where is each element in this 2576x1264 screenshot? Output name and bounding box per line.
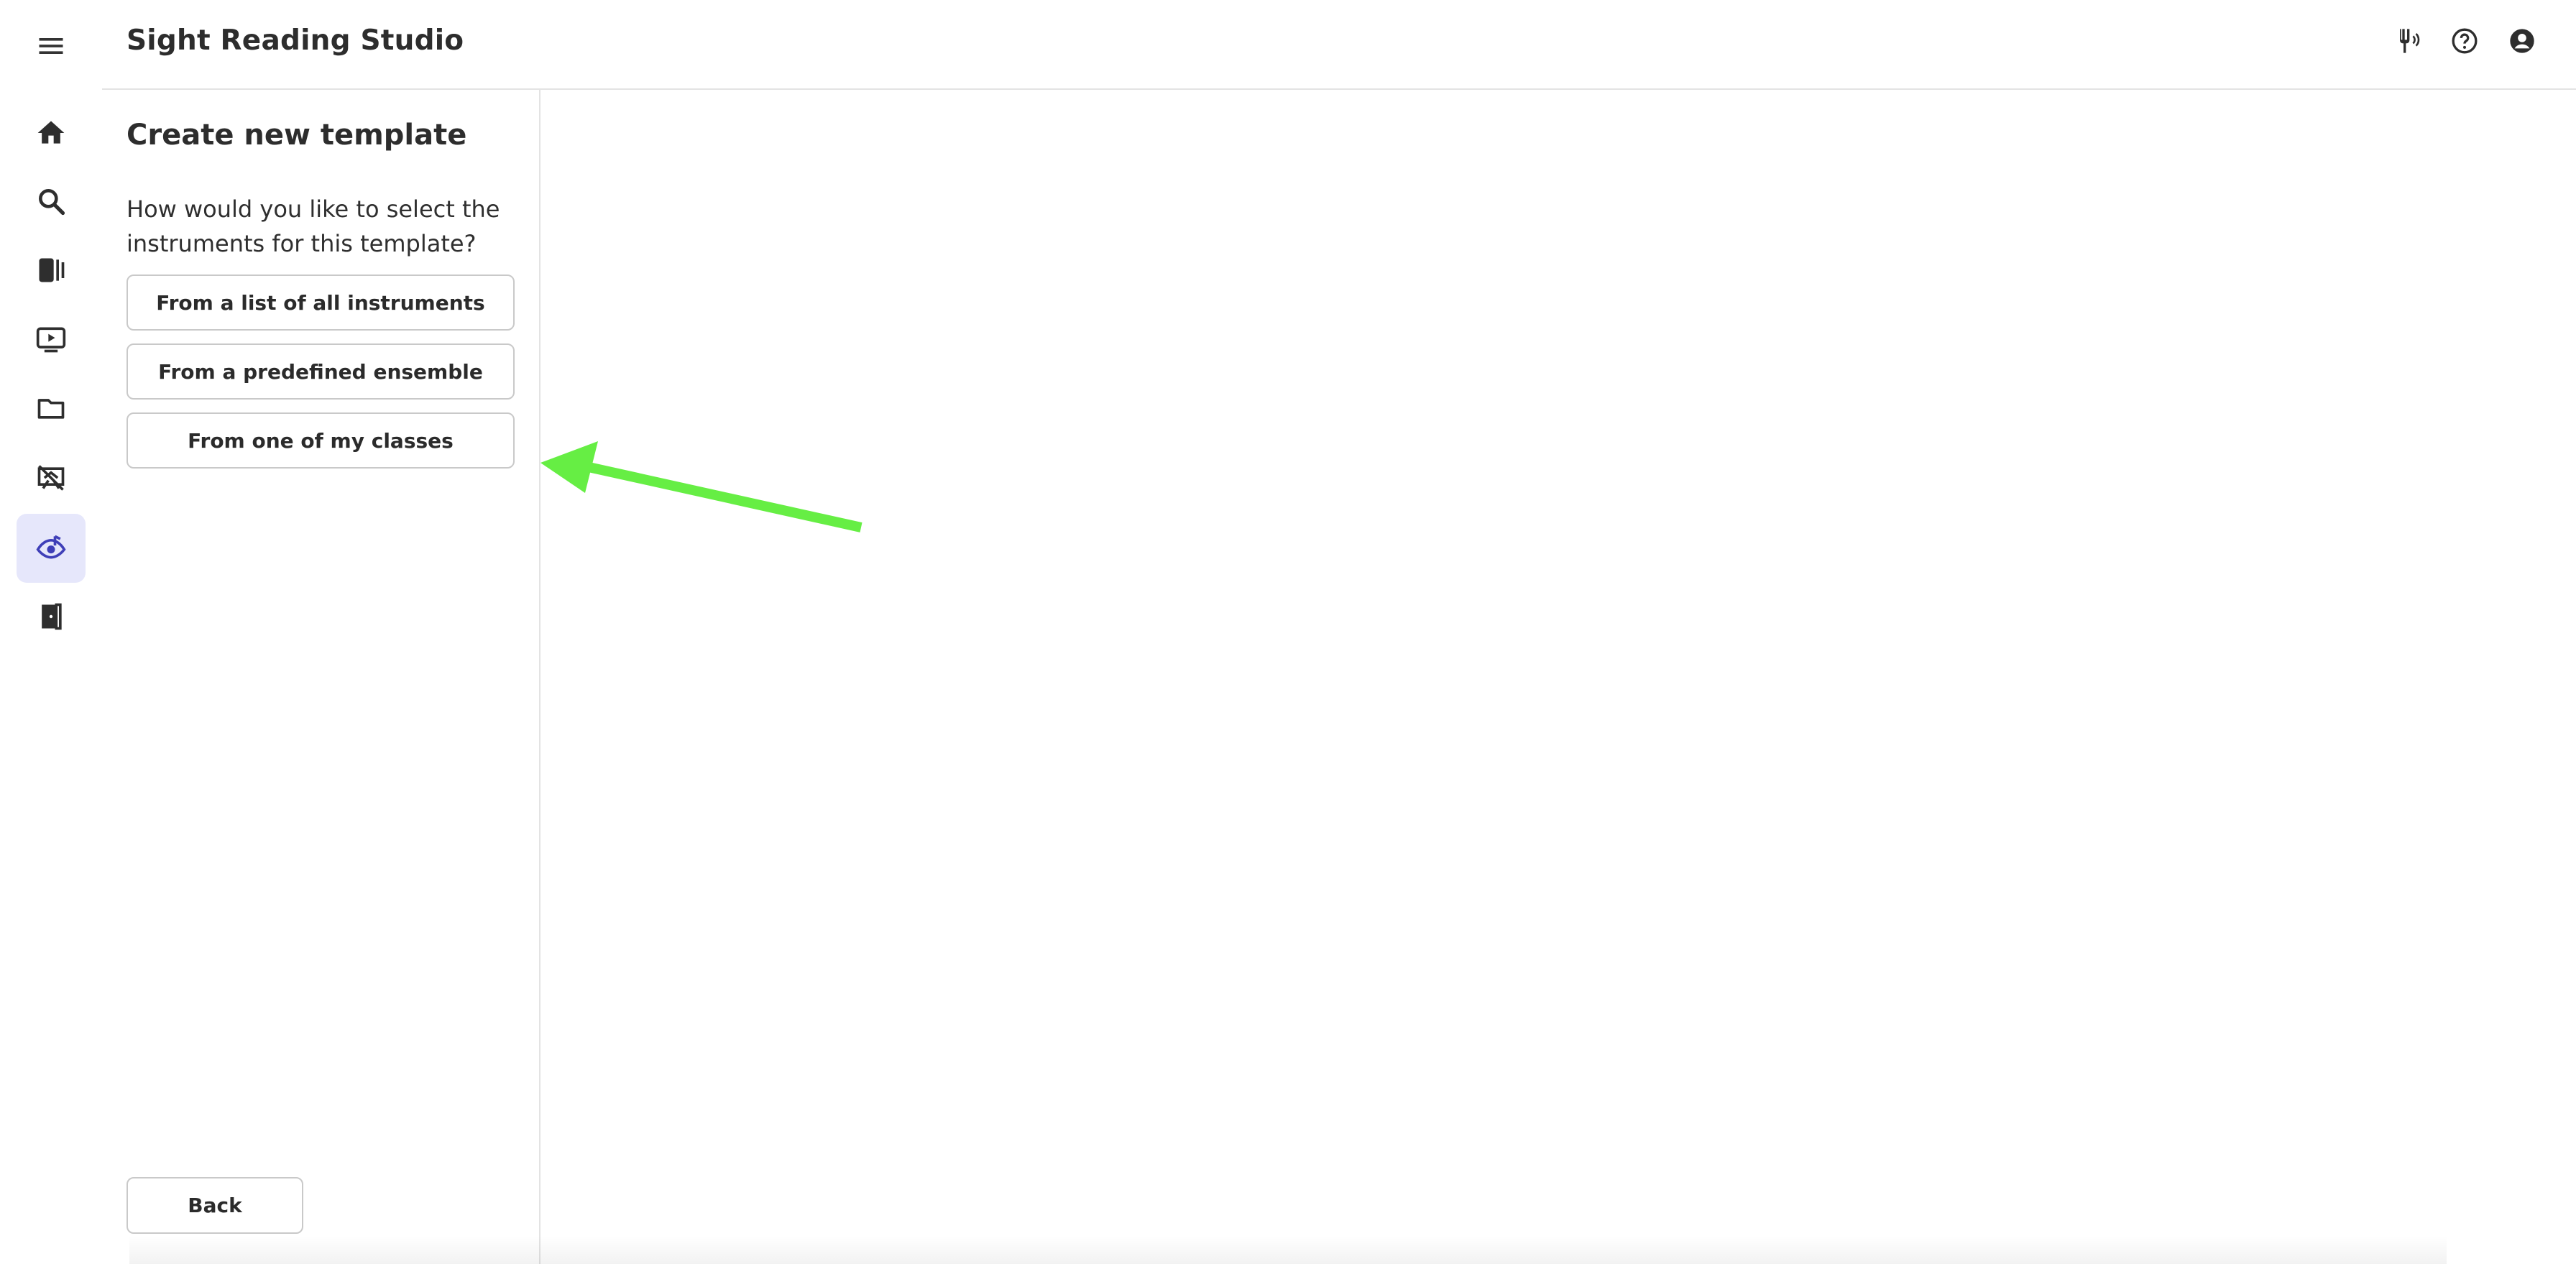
- app-title: Sight Reading Studio: [126, 24, 464, 57]
- tuning-fork-icon: [2393, 27, 2421, 58]
- sight-reading-icon: [35, 531, 67, 566]
- teaching-icon: [35, 462, 67, 497]
- exit-door-icon: [35, 601, 67, 635]
- sidebar-item-teaching[interactable]: [17, 445, 86, 514]
- video-icon: [35, 323, 67, 358]
- instrument-selection-question: How would you like to select the instrum…: [126, 195, 500, 257]
- app-root: Sight Reading Studio Create new template…: [0, 0, 2576, 1264]
- menu-icon: [35, 30, 67, 65]
- sidebar-item-videos[interactable]: [17, 306, 86, 375]
- option-predefined-ensemble-button[interactable]: From a predefined ensemble: [126, 343, 515, 400]
- sidebar-item-home[interactable]: [17, 100, 86, 169]
- help-button[interactable]: [2448, 26, 2481, 59]
- sidebar-item-library[interactable]: [17, 237, 86, 306]
- sidebar-rail: [0, 0, 102, 1264]
- search-icon: [35, 185, 67, 220]
- option-all-instruments-button[interactable]: From a list of all instruments: [126, 275, 515, 331]
- option-my-classes-button[interactable]: From one of my classes: [126, 412, 515, 469]
- folder-icon: [35, 392, 67, 427]
- tuner-button[interactable]: [2391, 26, 2424, 59]
- header-actions: [2391, 26, 2539, 59]
- panel-title: Create new template: [126, 119, 467, 152]
- help-icon: [2450, 27, 2479, 58]
- account-icon: [2508, 27, 2536, 58]
- menu-button[interactable]: [17, 13, 86, 82]
- annotation-arrow: [540, 441, 862, 532]
- account-button[interactable]: [2506, 26, 2539, 59]
- library-icon: [35, 254, 67, 289]
- sidebar-item-logout[interactable]: [17, 583, 86, 652]
- back-button[interactable]: Back: [126, 1177, 303, 1234]
- sidebar-item-sight-reading[interactable]: [17, 514, 86, 583]
- home-icon: [35, 117, 67, 152]
- sidebar-item-search[interactable]: [17, 168, 86, 237]
- create-template-panel: Create new template How would you like t…: [102, 90, 540, 1264]
- top-header: Sight Reading Studio: [102, 0, 2576, 90]
- sidebar-item-files[interactable]: [17, 375, 86, 444]
